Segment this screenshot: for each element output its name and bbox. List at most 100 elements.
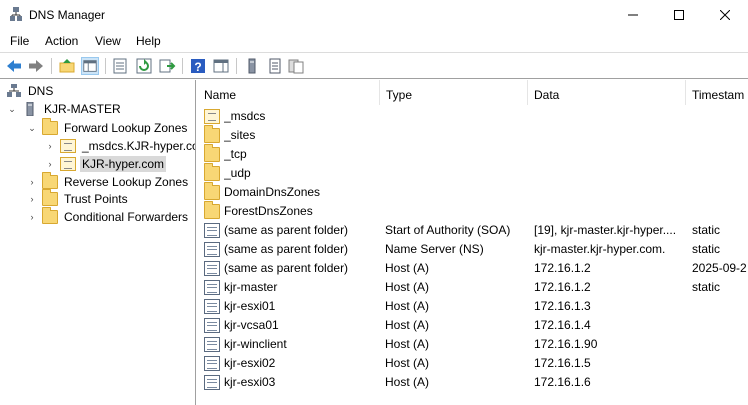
toolbar-separator xyxy=(182,58,183,74)
cell-name: _tcp xyxy=(224,147,247,161)
record-icon xyxy=(204,318,220,333)
zone-records-icon[interactable] xyxy=(287,57,305,75)
table-row[interactable]: _msdcs xyxy=(198,107,748,126)
table-row[interactable]: (same as parent folder) Host (A) 172.16.1.… xyxy=(198,259,748,278)
menu-file[interactable]: File xyxy=(10,34,29,48)
cell-timestamp xyxy=(692,164,748,183)
back-arrow-icon[interactable] xyxy=(5,57,23,75)
help-icon[interactable]: ? xyxy=(189,57,207,75)
tree-label-reverse-zones: Reverse Lookup Zones xyxy=(64,175,189,189)
server-icon[interactable] xyxy=(243,57,261,75)
cell-data: 172.16.1.5 xyxy=(534,356,591,370)
forward-arrow-icon[interactable] xyxy=(27,57,45,75)
column-header-type[interactable]: Type xyxy=(380,80,528,105)
cell-type: Name Server (NS) xyxy=(385,242,484,256)
record-icon xyxy=(204,280,220,295)
chevron-right-icon[interactable]: › xyxy=(44,140,56,152)
properties-icon[interactable] xyxy=(111,57,129,75)
table-row[interactable]: kjr-winclient Host (A) 172.16.1.90 xyxy=(198,335,748,354)
tree-node-selected-zone[interactable]: › KJR-hyper.com xyxy=(44,155,167,173)
tree-node-forward-zones[interactable]: ⌄ Forward Lookup Zones xyxy=(26,118,189,137)
export-list-icon[interactable] xyxy=(158,57,176,75)
show-hide-console-tree-icon[interactable] xyxy=(81,57,99,75)
tree-node-server[interactable]: ⌄ KJR-MASTER xyxy=(6,100,123,118)
menu-help[interactable]: Help xyxy=(136,34,161,48)
column-header-name[interactable]: Name xyxy=(198,80,380,105)
table-row[interactable]: kjr-esxi02 Host (A) 172.16.1.5 xyxy=(198,354,748,373)
folder-icon xyxy=(204,125,220,143)
cell-name: kjr-esxi01 xyxy=(224,299,276,313)
tree-node-msdcs-zone[interactable]: › _msdcs.KJR-hyper.co xyxy=(44,137,195,155)
cell-type xyxy=(385,202,528,221)
zone-icon xyxy=(204,109,220,124)
record-icon xyxy=(204,337,220,352)
cell-type: Host (A) xyxy=(385,375,430,389)
cell-type: Host (A) xyxy=(385,280,430,294)
close-icon xyxy=(720,10,730,20)
tree-node-dns[interactable]: DNS xyxy=(6,82,55,100)
table-row[interactable]: _udp xyxy=(198,163,748,183)
cell-type: Host (A) xyxy=(385,356,430,370)
table-row[interactable]: kjr-esxi01 Host (A) 172.16.1.3 xyxy=(198,297,748,316)
cell-timestamp xyxy=(692,316,748,335)
cell-timestamp: static xyxy=(692,242,721,256)
cell-data xyxy=(534,107,686,126)
cell-data: 172.16.1.2 xyxy=(534,280,591,294)
menu-bar: File Action View Help xyxy=(0,30,748,52)
table-row[interactable]: DomainDnsZones xyxy=(198,182,748,202)
table-row[interactable]: kjr-esxi03 Host (A) 172.16.1.6 xyxy=(198,373,748,392)
column-header-data[interactable]: Data xyxy=(528,80,686,105)
cell-data: 172.16.1.2 xyxy=(534,261,591,275)
cell-data: kjr-master.kjr-hyper.com. xyxy=(534,242,666,256)
cell-name: kjr-esxi02 xyxy=(224,356,276,370)
maximize-icon xyxy=(674,10,684,20)
cell-timestamp xyxy=(692,373,748,392)
up-folder-icon[interactable] xyxy=(58,57,76,75)
table-row[interactable]: _tcp xyxy=(198,144,748,164)
menu-action[interactable]: Action xyxy=(45,34,78,48)
column-header-timestamp[interactable]: Timestam xyxy=(686,80,748,105)
cell-name: kjr-winclient xyxy=(224,337,287,351)
table-row[interactable]: (same as parent folder) Name Server (NS) k… xyxy=(198,240,748,259)
cell-timestamp: 2025-09-2 xyxy=(692,261,747,275)
tree-label-forward-zones: Forward Lookup Zones xyxy=(64,121,188,135)
cell-timestamp xyxy=(692,354,748,373)
cell-name: (same as parent folder) xyxy=(224,242,349,256)
dns-icon xyxy=(7,84,21,97)
table-row[interactable]: _sites xyxy=(198,125,748,145)
show-hide-action-pane-icon[interactable] xyxy=(212,57,230,75)
record-list-icon[interactable] xyxy=(266,57,284,75)
menu-view[interactable]: View xyxy=(95,34,121,48)
cell-timestamp xyxy=(692,297,748,316)
cell-timestamp xyxy=(692,107,748,126)
toolbar-separator xyxy=(236,58,237,74)
cell-type: Host (A) xyxy=(385,337,430,351)
tree-node-trust-points[interactable]: › Trust Points xyxy=(26,189,130,208)
dns-manager-icon xyxy=(10,7,22,21)
chevron-down-icon[interactable]: ⌄ xyxy=(6,103,18,115)
window-title: DNS Manager xyxy=(29,8,106,22)
chevron-right-icon[interactable]: › xyxy=(26,193,38,205)
table-row[interactable]: kjr-vcsa01 Host (A) 172.16.1.4 xyxy=(198,316,748,335)
chevron-right-icon[interactable]: › xyxy=(44,158,56,170)
refresh-icon[interactable] xyxy=(135,57,153,75)
cell-data: 172.16.1.3 xyxy=(534,299,591,313)
cell-name: _sites xyxy=(224,128,256,142)
folder-icon xyxy=(42,207,58,224)
cell-type: Host (A) xyxy=(385,318,430,332)
table-row[interactable]: kjr-master Host (A) 172.16.1.2 static xyxy=(198,278,748,297)
cell-timestamp xyxy=(692,335,748,354)
chevron-down-icon[interactable]: ⌄ xyxy=(26,122,38,134)
tree-node-conditional-forwarders[interactable]: › Conditional Forwarders xyxy=(26,207,190,226)
chevron-right-icon[interactable]: › xyxy=(26,176,38,188)
chevron-right-icon[interactable]: › xyxy=(26,211,38,223)
table-row[interactable]: (same as parent folder) Start of Authorit… xyxy=(198,221,748,240)
maximize-button[interactable] xyxy=(656,0,702,30)
title-bar: DNS Manager xyxy=(0,0,748,30)
folder-icon xyxy=(204,182,220,200)
records-list: Name Type Data Timestam _msdcs _sites _tcp… xyxy=(198,80,748,405)
minimize-button[interactable] xyxy=(610,0,656,30)
record-icon xyxy=(204,356,220,371)
close-button[interactable] xyxy=(702,0,748,30)
table-row[interactable]: ForestDnsZones xyxy=(198,201,748,221)
